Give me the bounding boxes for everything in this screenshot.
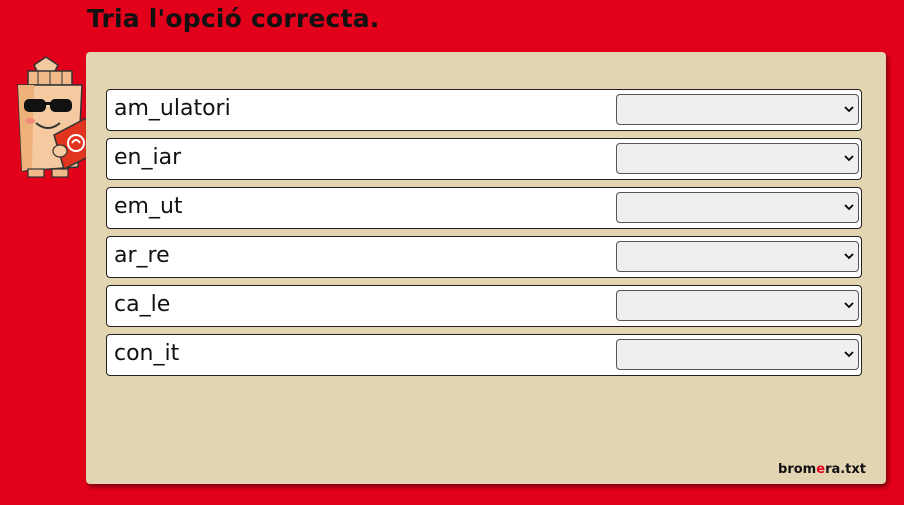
letter-select[interactable] [616, 94, 859, 125]
word-label: ca_le [114, 292, 171, 317]
chevron-down-icon [844, 302, 854, 309]
letter-select[interactable] [616, 192, 859, 223]
exercise-row: em_ut [106, 187, 862, 229]
chevron-down-icon [844, 106, 854, 113]
letter-select[interactable] [616, 290, 859, 321]
exercise-panel: am_ulatori en_iar em_ut ar_re ca_le con_… [86, 52, 886, 484]
chevron-down-icon [844, 253, 854, 260]
word-label: em_ut [114, 194, 183, 219]
word-label: con_it [114, 341, 180, 366]
word-label: en_iar [114, 145, 182, 170]
bromera-logo: bromera.txt [778, 462, 866, 477]
exercise-row: ar_re [106, 236, 862, 278]
letter-select[interactable] [616, 339, 859, 370]
letter-select[interactable] [616, 143, 859, 174]
exercise-row: am_ulatori [106, 89, 862, 131]
exercise-row: ca_le [106, 285, 862, 327]
word-label: am_ulatori [114, 96, 231, 121]
chevron-down-icon [844, 204, 854, 211]
page-title: Tria l'opció correcta. [87, 4, 380, 33]
word-label: ar_re [114, 243, 170, 268]
letter-select[interactable] [616, 241, 859, 272]
chevron-down-icon [844, 351, 854, 358]
exercise-row: en_iar [106, 138, 862, 180]
chevron-down-icon [844, 155, 854, 162]
exercise-row: con_it [106, 334, 862, 376]
